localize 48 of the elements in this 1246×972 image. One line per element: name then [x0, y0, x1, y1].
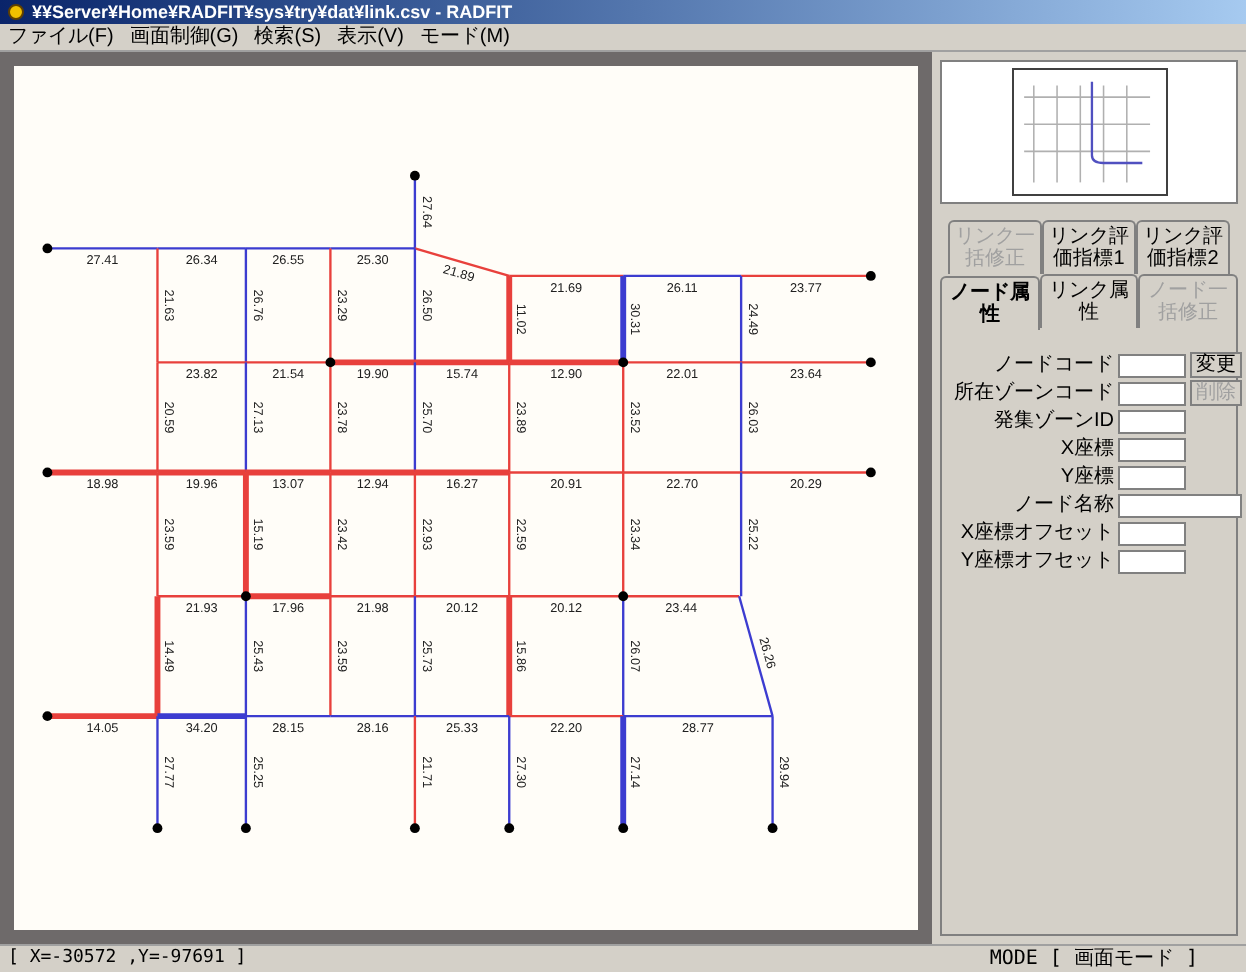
network-node[interactable]: [42, 243, 53, 254]
network-node[interactable]: [42, 467, 53, 478]
network-node[interactable]: [241, 823, 251, 834]
network-node[interactable]: [865, 357, 876, 368]
network-node[interactable]: [152, 823, 163, 834]
field-label: Y座標: [1058, 464, 1114, 490]
network-node[interactable]: [865, 271, 876, 281]
network-node[interactable]: [42, 711, 53, 722]
network-node[interactable]: [241, 591, 251, 602]
network-node[interactable]: [618, 823, 629, 834]
network-node[interactable]: [618, 357, 629, 368]
menu-item[interactable]: 表示(V): [337, 27, 404, 47]
tab[interactable]: リンク評価指標1: [1042, 220, 1136, 274]
field-label: X座標オフセット: [958, 520, 1114, 546]
menu-item[interactable]: 画面制御(G): [129, 27, 239, 47]
field-label: ノードコード: [992, 352, 1114, 378]
network-node[interactable]: [410, 170, 420, 181]
menu-item[interactable]: 検索(S): [254, 27, 322, 47]
input-field[interactable]: [1118, 409, 1186, 433]
input-field[interactable]: [1118, 493, 1242, 517]
input-field[interactable]: [1118, 353, 1186, 377]
tab[interactable]: リンク属性: [1039, 274, 1139, 328]
network-node[interactable]: [767, 823, 778, 834]
input-field[interactable]: [1118, 437, 1186, 461]
menu-item[interactable]: モード(M): [419, 27, 510, 47]
app-icon: [8, 4, 24, 20]
field-label: Y座標オフセット: [958, 548, 1114, 574]
mode-indicator: MODE [ 画面モード ]: [989, 946, 1198, 972]
tab[interactable]: リンク評価指標2: [1136, 220, 1230, 274]
field-label: 発集ゾーンID: [992, 408, 1114, 434]
network-node[interactable]: [865, 467, 876, 478]
input-field[interactable]: [1118, 381, 1186, 405]
tab[interactable]: ノード属性: [940, 276, 1040, 330]
field-label: X座標: [1058, 436, 1114, 462]
input-field[interactable]: [1118, 465, 1186, 489]
network-node[interactable]: [504, 823, 515, 834]
coordinates-readout: [ X=-30572 ,Y=-97691 ]: [8, 945, 247, 972]
menu-item[interactable]: ファイル(F): [8, 27, 114, 47]
minimap-drawing[interactable]: [1011, 68, 1167, 196]
field-label: 所在ゾーンコード: [952, 380, 1114, 406]
network-node[interactable]: [618, 591, 629, 602]
window-title: ¥¥Server¥Home¥RADFIT¥sys¥try¥dat¥link.csv - RADFIT: [32, 3, 513, 21]
field-label: ノード名称: [1012, 492, 1114, 518]
action-button[interactable]: 変更: [1190, 352, 1242, 378]
network-node[interactable]: [325, 357, 336, 368]
input-field[interactable]: [1118, 549, 1186, 573]
input-field[interactable]: [1118, 521, 1186, 545]
network-node[interactable]: [410, 823, 420, 834]
